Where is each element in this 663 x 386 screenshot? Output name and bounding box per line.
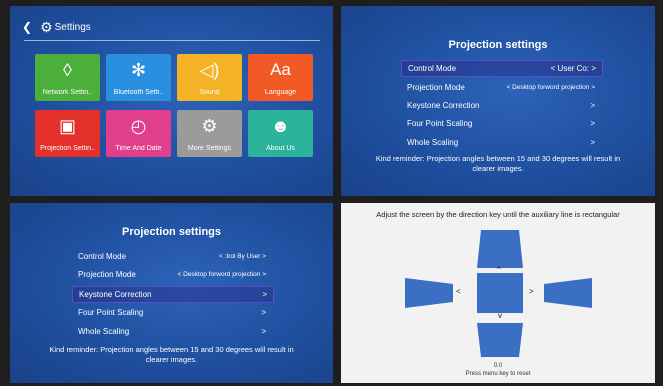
tile-label: About Us bbox=[266, 145, 295, 152]
tile-label: Time And Date bbox=[115, 145, 162, 152]
settings-panel: ❮ ⚙ Settings ◊ Network Settin.. ✻ Blueto… bbox=[10, 6, 333, 196]
row-label: Four Point Scaling bbox=[78, 308, 144, 317]
tile-label: Sound bbox=[199, 89, 220, 96]
settings-gear-icon: ⚙ bbox=[40, 18, 53, 35]
tile-label: More Settings bbox=[187, 145, 232, 152]
row-label: Whole Scaling bbox=[78, 327, 130, 336]
header-divider bbox=[24, 40, 320, 41]
keystone-center-shape bbox=[477, 273, 523, 313]
row-label: Whole Scaling bbox=[407, 138, 459, 147]
chevron-right-icon: > bbox=[261, 308, 266, 317]
projector-icon: ▣ bbox=[58, 116, 76, 136]
tile-label: Language bbox=[264, 89, 297, 96]
tile-label: Projection Settin.. bbox=[40, 145, 95, 152]
tile-label: Bluetooth Setti.. bbox=[113, 89, 164, 96]
page-title: Projection settings bbox=[448, 39, 548, 51]
row-label: Projection Mode bbox=[407, 83, 465, 92]
tile-projection-settings[interactable]: ▣ Projection Settin.. bbox=[35, 110, 100, 157]
projection-settings-panel-a: Projection settings Control Mode < User … bbox=[341, 6, 655, 196]
keystone-top-shape[interactable] bbox=[477, 230, 523, 268]
row-projection-mode[interactable]: Projection Mode < Desktop forword projec… bbox=[401, 80, 601, 95]
tile-more-settings[interactable]: ⚙ More Settings bbox=[177, 110, 242, 157]
row-whole-scaling[interactable]: Whole Scaling > bbox=[401, 135, 601, 150]
tile-about-us[interactable]: ☻ About Us bbox=[248, 110, 313, 157]
tile-time-and-date[interactable]: ◴ Time And Date bbox=[106, 110, 171, 157]
row-label: Keystone Correction bbox=[79, 290, 152, 299]
tile-network-settings[interactable]: ◊ Network Settin.. bbox=[35, 54, 100, 101]
row-four-point-scaling[interactable]: Four Point Scaling > bbox=[72, 305, 272, 320]
page-title: Projection settings bbox=[121, 226, 222, 238]
left-arrow-icon[interactable]: < bbox=[456, 287, 461, 296]
row-whole-scaling[interactable]: Whole Scaling > bbox=[72, 324, 272, 339]
settings-header: ❮ ⚙ Settings bbox=[22, 18, 91, 36]
right-arrow-icon[interactable]: > bbox=[529, 287, 534, 296]
bluetooth-icon: ✻ bbox=[130, 60, 147, 80]
row-four-point-scaling[interactable]: Four Point Scaling > bbox=[401, 116, 601, 131]
projection-settings-panel-b: Projection settings Control Mode < :trol… bbox=[10, 203, 333, 383]
keystone-instruction: Adjust the screen by the direction key u… bbox=[376, 210, 620, 219]
speaker-icon: ◁) bbox=[199, 60, 220, 80]
row-label: Four Point Scaling bbox=[407, 119, 473, 128]
keystone-value: 0.0 bbox=[493, 363, 503, 369]
chevron-right-icon: > bbox=[590, 101, 595, 110]
row-label: Keystone Correction bbox=[407, 101, 480, 110]
row-label: Projection Mode bbox=[78, 270, 136, 279]
users-icon: ☻ bbox=[271, 116, 290, 136]
tile-language[interactable]: Aa Language bbox=[248, 54, 313, 101]
kind-reminder: Kind reminder: Projection angles between… bbox=[375, 154, 621, 173]
row-projection-mode[interactable]: Projection Mode < Desktop forword projec… bbox=[72, 267, 272, 282]
down-arrow-icon[interactable]: v bbox=[498, 311, 502, 320]
tile-sound[interactable]: ◁) Sound bbox=[177, 54, 242, 101]
row-keystone-correction[interactable]: Keystone Correction > bbox=[72, 286, 274, 303]
row-value[interactable]: < User Co: > bbox=[551, 61, 596, 76]
keystone-adjust-panel: Adjust the screen by the direction key u… bbox=[341, 203, 655, 383]
row-value[interactable]: < Desktop forword projection > bbox=[506, 80, 595, 95]
gear-icon: ⚙ bbox=[201, 116, 218, 136]
chevron-right-icon: > bbox=[590, 138, 595, 147]
row-keystone-correction[interactable]: Keystone Correction > bbox=[401, 98, 601, 113]
keystone-bottom-shape[interactable] bbox=[477, 323, 523, 357]
row-control-mode[interactable]: Control Mode < :trol By User > bbox=[72, 249, 272, 264]
reset-hint: Press menu key to reset bbox=[465, 371, 531, 377]
row-label: Control Mode bbox=[78, 252, 127, 261]
tile-bluetooth-settings[interactable]: ✻ Bluetooth Setti.. bbox=[106, 54, 171, 101]
tile-label: Network Settin.. bbox=[42, 89, 93, 96]
wifi-icon: ◊ bbox=[63, 60, 72, 80]
row-value[interactable]: < Desktop forword projection > bbox=[177, 267, 266, 282]
chevron-right-icon: > bbox=[262, 290, 267, 299]
keystone-left-shape[interactable] bbox=[405, 278, 453, 308]
row-value[interactable]: < :trol By User > bbox=[219, 249, 266, 264]
row-control-mode[interactable]: Control Mode < User Co: > bbox=[401, 60, 603, 77]
keystone-right-shape[interactable] bbox=[544, 278, 592, 308]
chevron-right-icon: > bbox=[261, 327, 266, 336]
settings-title: Settings bbox=[54, 21, 91, 33]
row-label: Control Mode bbox=[408, 64, 457, 73]
back-chevron-icon[interactable]: ❮ bbox=[22, 20, 32, 34]
chevron-right-icon: > bbox=[590, 119, 595, 128]
clock-icon: ◴ bbox=[130, 116, 147, 136]
kind-reminder: Kind reminder: Projection angles between… bbox=[49, 345, 294, 364]
language-icon: Aa bbox=[270, 60, 291, 79]
